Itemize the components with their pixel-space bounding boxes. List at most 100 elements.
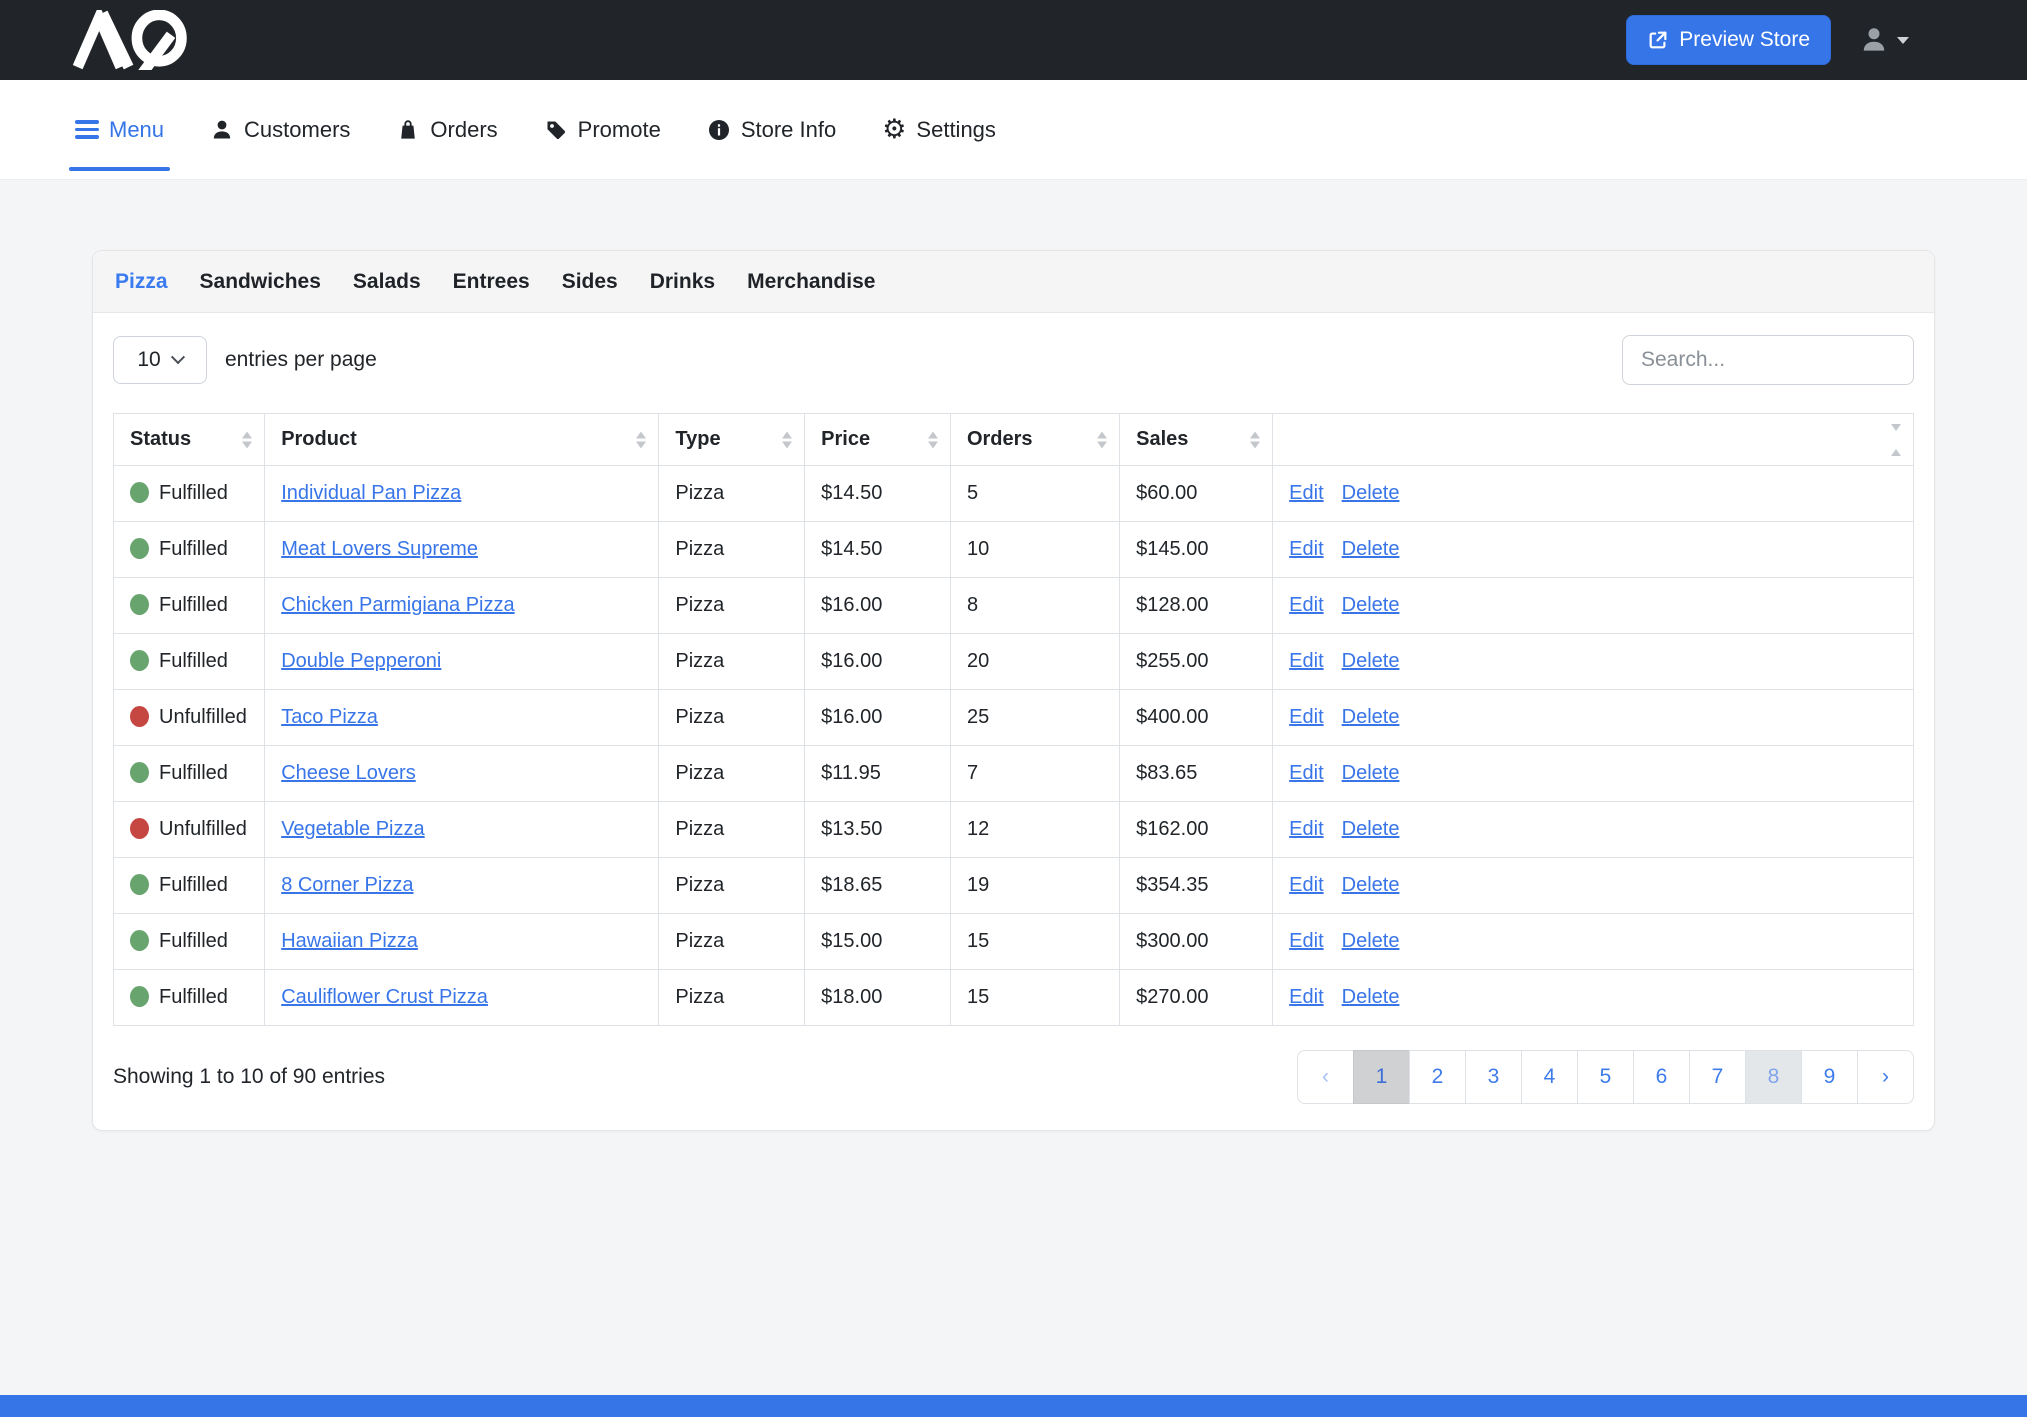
delete-link[interactable]: Delete <box>1342 650 1400 672</box>
nav-item-promote[interactable]: Promote <box>544 80 661 179</box>
nav-label: Customers <box>244 117 350 143</box>
status-cell: Fulfilled <box>114 634 265 690</box>
delete-link[interactable]: Delete <box>1342 538 1400 560</box>
product-cell: Meat Lovers Supreme <box>265 522 659 578</box>
nav-item-settings[interactable]: ⚙ Settings <box>882 80 996 179</box>
actions-cell: Edit Delete <box>1273 802 1914 858</box>
pagination-page-8[interactable]: 8 <box>1745 1050 1802 1104</box>
delete-link[interactable]: Delete <box>1342 706 1400 728</box>
tab-salads[interactable]: Salads <box>353 270 421 294</box>
table-row: Fulfilled Double Pepperoni Pizza $16.00 … <box>114 634 1914 690</box>
product-link[interactable]: Cheese Lovers <box>281 762 416 784</box>
user-menu[interactable] <box>1859 25 1909 55</box>
edit-link[interactable]: Edit <box>1289 650 1323 672</box>
sales-cell: $255.00 <box>1120 634 1273 690</box>
product-cell: Double Pepperoni <box>265 634 659 690</box>
nav-label: Settings <box>916 117 996 143</box>
sales-cell: $145.00 <box>1120 522 1273 578</box>
status-cell: Fulfilled <box>114 970 265 1026</box>
column-header-product[interactable]: Product <box>265 414 659 466</box>
pagination-page-4[interactable]: 4 <box>1521 1050 1578 1104</box>
product-link[interactable]: Vegetable Pizza <box>281 818 424 840</box>
edit-link[interactable]: Edit <box>1289 594 1323 616</box>
pagination-page-7[interactable]: 7 <box>1689 1050 1746 1104</box>
actions-cell: Edit Delete <box>1273 690 1914 746</box>
pagination-page-2[interactable]: 2 <box>1409 1050 1466 1104</box>
edit-link[interactable]: Edit <box>1289 986 1323 1008</box>
actions-cell: Edit Delete <box>1273 634 1914 690</box>
search-input[interactable] <box>1622 335 1914 385</box>
delete-link[interactable]: Delete <box>1342 874 1400 896</box>
product-cell: 8 Corner Pizza <box>265 858 659 914</box>
tab-entrees[interactable]: Entrees <box>453 270 530 294</box>
delete-link[interactable]: Delete <box>1342 986 1400 1008</box>
sales-cell: $400.00 <box>1120 690 1273 746</box>
type-cell: Pizza <box>659 802 805 858</box>
card-body: 10 entries per page Status <box>93 313 1934 1130</box>
pagination-page-3[interactable]: 3 <box>1465 1050 1522 1104</box>
column-header-price[interactable]: Price <box>805 414 951 466</box>
product-link[interactable]: Hawaiian Pizza <box>281 930 418 952</box>
product-link[interactable]: Individual Pan Pizza <box>281 482 461 504</box>
edit-link[interactable]: Edit <box>1289 874 1323 896</box>
brand-logo[interactable] <box>70 10 198 70</box>
edit-link[interactable]: Edit <box>1289 818 1323 840</box>
tab-pizza[interactable]: Pizza <box>115 270 168 294</box>
edit-link[interactable]: Edit <box>1289 706 1323 728</box>
orders-cell: 15 <box>950 970 1119 1026</box>
price-cell: $18.65 <box>805 858 951 914</box>
edit-link[interactable]: Edit <box>1289 482 1323 504</box>
actions-cell: Edit Delete <box>1273 522 1914 578</box>
status-dot <box>130 594 149 615</box>
orders-cell: 20 <box>950 634 1119 690</box>
nav-item-store-info[interactable]: Store Info <box>707 80 836 179</box>
pagination-page-9[interactable]: 9 <box>1801 1050 1858 1104</box>
product-link[interactable]: Meat Lovers Supreme <box>281 538 478 560</box>
column-header-actions[interactable] <box>1273 414 1914 466</box>
nav-label: Promote <box>578 117 661 143</box>
preview-store-button[interactable]: Preview Store <box>1626 15 1831 65</box>
pagination-page-6[interactable]: 6 <box>1633 1050 1690 1104</box>
product-link[interactable]: Chicken Parmigiana Pizza <box>281 594 514 616</box>
product-cell: Vegetable Pizza <box>265 802 659 858</box>
pagination-next[interactable]: › <box>1857 1050 1914 1104</box>
pagination-prev[interactable]: ‹ <box>1297 1050 1354 1104</box>
column-header-orders[interactable]: Orders <box>950 414 1119 466</box>
entries-per-page-select[interactable]: 10 <box>113 336 207 384</box>
product-link[interactable]: 8 Corner Pizza <box>281 874 413 896</box>
product-link[interactable]: Cauliflower Crust Pizza <box>281 986 488 1008</box>
pagination-page-5[interactable]: 5 <box>1577 1050 1634 1104</box>
actions-cell: Edit Delete <box>1273 578 1914 634</box>
nav-item-customers[interactable]: Customers <box>210 80 350 179</box>
delete-link[interactable]: Delete <box>1342 818 1400 840</box>
tab-merchandise[interactable]: Merchandise <box>747 270 875 294</box>
column-header-type[interactable]: Type <box>659 414 805 466</box>
product-link[interactable]: Taco Pizza <box>281 706 378 728</box>
nav-item-menu[interactable]: Menu <box>75 80 164 179</box>
status-dot <box>130 762 149 783</box>
tag-icon <box>544 118 568 142</box>
product-link[interactable]: Double Pepperoni <box>281 650 441 672</box>
status-dot <box>130 650 149 671</box>
tab-sides[interactable]: Sides <box>562 270 618 294</box>
table-row: Unfulfilled Vegetable Pizza Pizza $13.50… <box>114 802 1914 858</box>
table-row: Fulfilled Individual Pan Pizza Pizza $14… <box>114 466 1914 522</box>
pagination-page-1[interactable]: 1 <box>1353 1050 1410 1104</box>
price-cell: $16.00 <box>805 634 951 690</box>
column-header-status[interactable]: Status <box>114 414 265 466</box>
tab-drinks[interactable]: Drinks <box>650 270 715 294</box>
delete-link[interactable]: Delete <box>1342 482 1400 504</box>
nav-label: Orders <box>430 117 497 143</box>
delete-link[interactable]: Delete <box>1342 594 1400 616</box>
edit-link[interactable]: Edit <box>1289 538 1323 560</box>
delete-link[interactable]: Delete <box>1342 762 1400 784</box>
edit-link[interactable]: Edit <box>1289 762 1323 784</box>
delete-link[interactable]: Delete <box>1342 930 1400 952</box>
nav-item-orders[interactable]: Orders <box>396 80 497 179</box>
type-cell: Pizza <box>659 970 805 1026</box>
edit-link[interactable]: Edit <box>1289 930 1323 952</box>
user-icon <box>1859 25 1889 55</box>
table-footer: Showing 1 to 10 of 90 entries ‹ 1 2 3 4 … <box>113 1050 1914 1104</box>
column-header-sales[interactable]: Sales <box>1120 414 1273 466</box>
tab-sandwiches[interactable]: Sandwiches <box>200 270 321 294</box>
